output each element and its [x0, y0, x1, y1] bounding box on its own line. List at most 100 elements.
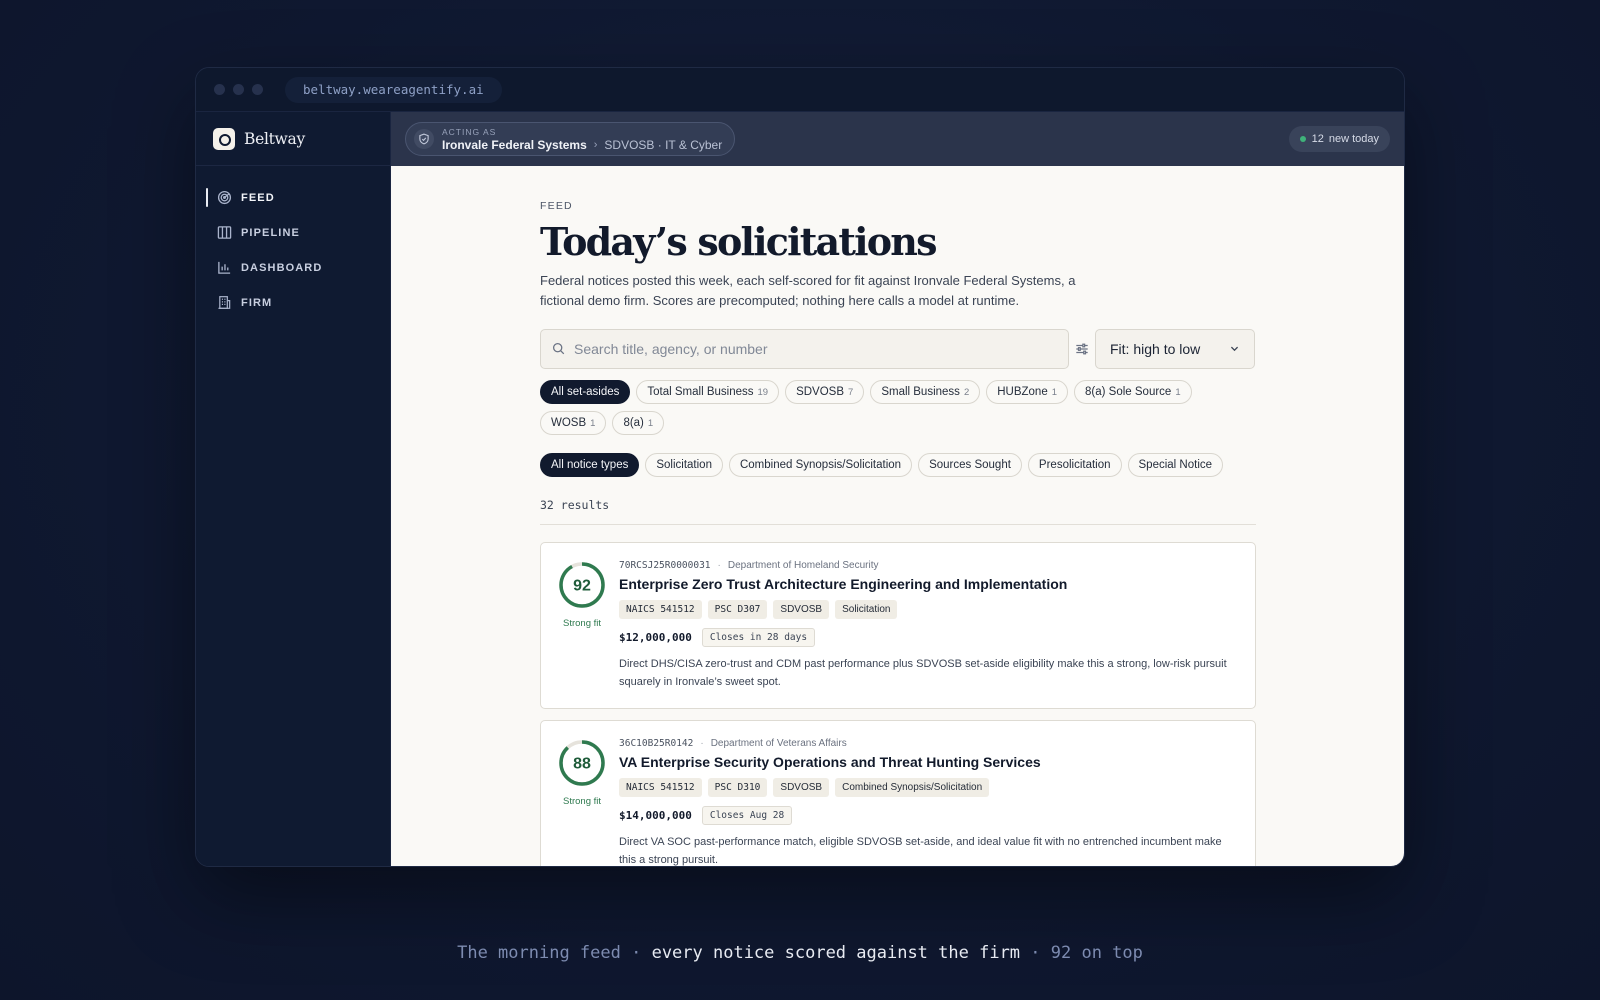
agency-name: Department of Homeland Security [727, 560, 879, 571]
window-minimize-dot[interactable] [233, 84, 244, 95]
brand[interactable]: Beltway [196, 112, 390, 166]
sidebar-item-dashboard[interactable]: DASHBOARD [196, 250, 390, 285]
filter-chip-hubzone[interactable]: HUBZone 1 [986, 380, 1069, 404]
title-bar: beltway.weareagentify.ai [196, 68, 1404, 112]
results-count: 32 results [540, 498, 610, 512]
top-bar: ACTING AS Ironvale Federal Systems › SDV… [391, 112, 1404, 166]
filter-chip-label: 8(a) Sole Source [1085, 386, 1172, 398]
solicitation-number: 70RCSJ25R0000031 [619, 560, 711, 571]
filter-chip-8a-sole-source[interactable]: 8(a) Sole Source 1 [1074, 380, 1192, 404]
sort-select[interactable]: Fit: high to low [1095, 329, 1255, 369]
building-icon [216, 295, 232, 311]
sidebar-item-label: FIRM [241, 296, 273, 309]
opportunity-tags: NAICS 541512 PSC D307 SDVOSB Solicitatio… [619, 600, 1239, 619]
window-close-dot[interactable] [214, 84, 225, 95]
shield-icon [414, 129, 434, 149]
naics-tag: NAICS 541512 [619, 778, 702, 797]
score-label: Strong fit [562, 796, 602, 807]
new-today-count: 12 [1311, 133, 1324, 145]
type-chip-presolicitation[interactable]: Presolicitation [1027, 453, 1122, 477]
filter-chip-label: All set-asides [551, 386, 620, 398]
main-content: FEED Today’s solicitations Federal notic… [391, 166, 1404, 866]
filter-chip-label: Total Small Business [647, 386, 754, 398]
filter-chip-sdvosb[interactable]: SDVOSB 7 [785, 380, 865, 404]
caption-highlight: every notice scored against the firm [651, 943, 1021, 963]
opportunity-tags: NAICS 541512 PSC D310 SDVOSB Combined Sy… [619, 778, 1239, 797]
setaside-tag: SDVOSB [773, 778, 830, 797]
sidebar-item-pipeline[interactable]: PIPELINE [196, 215, 390, 250]
firm-name: Ironvale Federal Systems [442, 137, 587, 152]
score-ring: 92 [559, 562, 605, 608]
address-bar[interactable]: beltway.weareagentify.ai [285, 76, 502, 103]
caption-part-1: The morning feed · [457, 943, 652, 963]
value-row: $12,000,000 Closes in 28 days [619, 628, 1239, 647]
meta-separator: · [700, 738, 704, 749]
sort-value: Fit: high to low [1110, 341, 1201, 357]
search-input[interactable] [574, 341, 1044, 357]
filter-chip-count: 1 [1051, 386, 1058, 398]
meta-separator: · [717, 560, 721, 571]
notice-type-tag: Solicitation [835, 600, 898, 619]
opportunity-card[interactable]: 92 Strong fit 70RCSJ25R0000031 · Departm… [540, 542, 1256, 709]
sliders-icon[interactable] [1069, 342, 1095, 356]
type-chip-all[interactable]: All notice types [540, 453, 640, 477]
filter-chip-8a[interactable]: 8(a) 1 [612, 411, 665, 435]
filter-chip-count: 7 [848, 386, 854, 398]
filter-chip-label: Small Business [881, 386, 960, 398]
caption: The morning feed · every notice scored a… [0, 943, 1600, 963]
score-ring: 88 [559, 740, 605, 786]
browser-window: beltway.weareagentify.ai Beltway FEED PI… [195, 67, 1405, 867]
opportunity-title[interactable]: VA Enterprise Security Operations and Th… [619, 754, 1239, 770]
sidebar-item-firm[interactable]: FIRM [196, 285, 390, 320]
fit-rationale: Direct DHS/CISA zero-trust and CDM past … [619, 658, 1227, 688]
notice-type-filters: All notice types Solicitation Combined S… [540, 453, 1256, 477]
columns-icon [216, 225, 232, 241]
window-zoom-dot[interactable] [252, 84, 263, 95]
filter-chip-wosb[interactable]: WOSB 1 [540, 411, 607, 435]
type-chip-sources-sought[interactable]: Sources Sought [918, 453, 1022, 477]
beltway-logo-icon [213, 127, 235, 150]
fit-score: 92 Strong fit [557, 560, 607, 629]
setaside-tag: SDVOSB [773, 600, 830, 619]
filter-chip-count: 1 [647, 417, 654, 429]
opportunity-card[interactable]: 88 Strong fit 36C10B25R0142 · Department… [540, 720, 1256, 866]
fit-score: 88 Strong fit [557, 738, 607, 807]
filter-chip-count: 2 [963, 386, 970, 398]
psc-tag: PSC D307 [707, 600, 768, 619]
solicitation-number: 36C10B25R0142 [619, 738, 694, 749]
bar-chart-icon [216, 260, 232, 276]
naics-tag: NAICS 541512 [619, 600, 702, 619]
type-chip-combined-synopsis[interactable]: Combined Synopsis/Solicitation [728, 453, 913, 477]
filter-chip-total-small-business[interactable]: Total Small Business 19 [636, 380, 780, 404]
sidebar-item-label: DASHBOARD [241, 261, 323, 274]
sidebar-item-feed[interactable]: FEED [196, 180, 390, 215]
notice-type-tag: Combined Synopsis/Solicitation [835, 778, 990, 797]
sidebar-nav: FEED PIPELINE DASHBOARD FIRM [196, 166, 390, 320]
search-box [540, 329, 1069, 369]
page-description: Federal notices posted this week, each s… [540, 273, 1076, 308]
caption-part-3: · 92 on top [1020, 943, 1143, 963]
sidebar-item-label: FEED [241, 191, 275, 204]
fit-rationale: Direct VA SOC past-performance match, el… [619, 836, 1222, 866]
opportunity-meta: 70RCSJ25R0000031 · Department of Homelan… [619, 560, 1239, 571]
status-dot-icon [1299, 136, 1306, 142]
opportunity-title[interactable]: Enterprise Zero Trust Architecture Engin… [619, 576, 1239, 592]
type-chip-special-notice[interactable]: Special Notice [1127, 453, 1224, 477]
acting-as-row: Ironvale Federal Systems › SDVOSB · IT &… [442, 138, 722, 152]
acting-as-selector[interactable]: ACTING AS Ironvale Federal Systems › SDV… [405, 122, 736, 156]
brand-name: Beltway [244, 129, 305, 148]
divider [540, 524, 1256, 525]
filter-chip-all-set-asides[interactable]: All set-asides [540, 380, 631, 404]
firm-classification: SDVOSB · IT & Cyber [604, 137, 723, 152]
filter-chip-small-business[interactable]: Small Business 2 [870, 380, 981, 404]
type-chip-solicitation[interactable]: Solicitation [645, 453, 723, 477]
score-value: 92 [573, 578, 591, 595]
new-today-badge[interactable]: 12 new today [1288, 126, 1390, 152]
deadline-badge: Closes Aug 28 [701, 806, 793, 825]
psc-tag: PSC D310 [707, 778, 768, 797]
contract-value: $12,000,000 [619, 631, 692, 644]
radar-icon [216, 190, 232, 206]
filter-chip-label: HUBZone [997, 386, 1048, 398]
acting-as-label: ACTING AS [442, 126, 497, 137]
acting-as-text: ACTING AS Ironvale Federal Systems › SDV… [442, 127, 722, 152]
